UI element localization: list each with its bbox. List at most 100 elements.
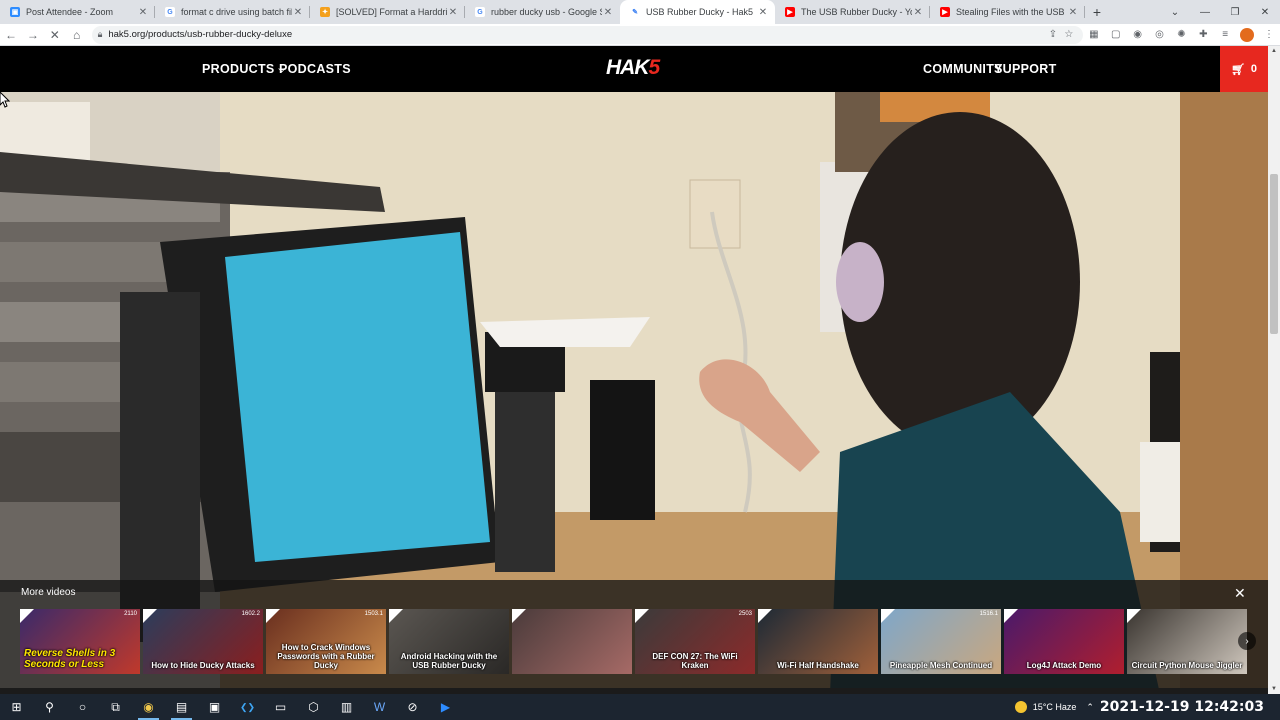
browser-tab-title[interactable]: Post Attendee - Zoom [26,7,137,17]
browser-tab-title[interactable]: USB Rubber Ducky - Hak5 [646,7,757,17]
scroll-up-icon[interactable]: ▲ [1268,48,1280,54]
taskbar-network-icon[interactable]: ⊘ [396,694,429,720]
system-tray: 15°C Haze ⌃ 2021-12-19 12:42:03 [1014,694,1280,720]
video-thumbnail[interactable]: 1516.1 Pineapple Mesh Continued [881,609,1001,674]
video-thumbnail[interactable]: 2503 DEF CON 27: The WiFi Kraken [635,609,755,674]
taskbar-word-icon[interactable]: W [363,694,396,720]
new-tab-button[interactable]: + [1085,0,1109,24]
page-scrollbar[interactable]: ▲ ▼ [1268,46,1280,694]
bookmark-star-icon[interactable]: ☆ [1061,29,1077,40]
stop-loading-button[interactable]: ✕ [44,24,66,46]
browser-tab[interactable]: Grubber ducky usb - Google Sear✕ [465,0,620,24]
browser-tab-title[interactable]: rubber ducky usb - Google Sear [491,7,602,17]
url-text[interactable]: hak5.org/products/usb-rubber-ducky-delux… [108,29,1045,40]
extension-grid-icon[interactable]: ▦ [1083,24,1105,46]
browser-tab[interactable]: ✎ USB Rubber Ducky - Hak5 ✕ [620,0,775,24]
taskbar-chrome-icon[interactable]: ◉ [132,694,165,720]
browser-toolbar: ← → ✕ ⌂ 🔒︎ hak5.org/products/usb-rubber-… [0,24,1280,46]
minimize-icon[interactable]: — [1190,7,1220,18]
video-thumbnail[interactable] [512,609,632,674]
address-bar[interactable]: 🔒︎ hak5.org/products/usb-rubber-ducky-de… [91,25,1083,44]
taskbar-explorer-window-icon[interactable]: ▥ [330,694,363,720]
back-button[interactable]: ← [0,24,22,46]
hak5-corner-badge [881,609,895,623]
taskbar-virtualbox-icon[interactable]: ⬡ [297,694,330,720]
taskbar-file-explorer-icon[interactable]: ▤ [165,694,198,720]
restore-icon[interactable]: ❐ [1220,7,1250,18]
browser-tab[interactable]: ✦ [SOLVED] Format a Harddrive us✕ [310,0,465,24]
scroll-down-icon[interactable]: ▼ [1268,686,1280,692]
browser-tab[interactable]: ▣ Post Attendee - Zoom ✕ [0,0,155,24]
chrome-menu-icon[interactable]: ⋮ [1258,24,1280,46]
windows-taskbar: ⊞ ⚲ ○ ⧉ ◉ ▤ ▣ ❮❯ ▭ ⬡ ▥ W ⊘ ▶ 15°C Haze ⌃ 2021-12-19 1… [0,694,1280,720]
extensions-puzzle-icon[interactable]: ✚ [1192,24,1214,46]
browser-tab[interactable]: Gformat c drive using batch file - ✕ [155,0,310,24]
nav-podcasts[interactable]: PODCASTS [279,46,351,92]
nav-community[interactable]: COMMUNITY [923,46,1003,92]
taskbar-cortana-icon[interactable]: ○ [66,694,99,720]
close-icon[interactable]: ✕ [1234,585,1246,602]
browser-tab-title[interactable]: [SOLVED] Format a Harddrive us [336,7,447,17]
close-tab-icon[interactable]: ✕ [292,7,304,18]
taskbar-task-view-icon[interactable]: ⧉ [99,694,132,720]
extension-globe-icon[interactable]: ◎ [1149,24,1171,46]
video-thumbnail[interactable]: Android Hacking with the USB Rubber Duck… [389,609,509,674]
cart-button[interactable]: 🛒︎ 0 [1220,46,1268,92]
scrollbar-thumb[interactable] [1270,174,1278,334]
extension-gear-icon[interactable]: ✺ [1170,24,1192,46]
browser-tab[interactable]: ▶ Stealing Files with the USB Rub✕ [930,0,1085,24]
video-thumbnail-caption: How to Hide Ducky Attacks [151,661,255,670]
weather-sun-icon[interactable] [1014,701,1027,713]
nav-products-label[interactable]: PRODUCTS [202,62,275,76]
extension-window-icon[interactable]: ▢ [1105,24,1127,46]
close-window-icon[interactable]: ✕ [1250,7,1280,18]
share-icon[interactable]: ⇪ [1045,29,1061,40]
tab-search-icon[interactable]: ⌄ [1160,7,1190,18]
logo-number[interactable]: 5 [649,56,661,79]
close-tab-icon[interactable]: ✕ [447,7,459,18]
close-tab-icon[interactable]: ✕ [757,7,769,18]
close-tab-icon[interactable]: ✕ [1067,7,1079,18]
nav-products[interactable]: PRODUCTS ⌵ [202,46,286,92]
taskbar-terminal-icon[interactable]: ▣ [198,694,231,720]
home-button[interactable]: ⌂ [66,24,88,46]
logo-text[interactable]: HAK [606,56,649,79]
video-thumbnail[interactable]: Wi-Fi Half Handshake [758,609,878,674]
browser-tab-title[interactable]: Stealing Files with the USB Rub [956,7,1067,17]
video-thumbnail[interactable]: 1602.2 How to Hide Ducky Attacks [143,609,263,674]
reading-list-icon[interactable]: ≡ [1214,24,1236,46]
taskbar-vscode-icon[interactable]: ❮❯ [231,694,264,720]
close-tab-icon[interactable]: ✕ [912,7,924,18]
close-tab-icon[interactable]: ✕ [137,7,149,18]
taskbar-remote-desktop-icon[interactable]: ▭ [264,694,297,720]
video-thumbnail[interactable]: 1503.1 How to Crack Windows Passwords wit… [266,609,386,674]
close-tab-icon[interactable]: ✕ [602,7,614,18]
video-thumbnail-caption: Circuit Python Mouse Jiggler [1131,661,1243,670]
taskbar-zoom-icon[interactable]: ▶ [429,694,462,720]
profile-avatar[interactable] [1240,27,1255,42]
clock-text[interactable]: 2021-12-19 12:42:03 [1100,699,1264,715]
video-thumbnail-caption: How to Crack Windows Passwords with a Ru… [277,643,375,670]
hak5-corner-badge [635,609,649,623]
lock-icon[interactable]: 🔒︎ [98,29,103,40]
extension-circle-icon[interactable]: ◉ [1127,24,1149,46]
browser-tab[interactable]: ▶ The USB Rubber Ducky - YouTu✕ [775,0,930,24]
forward-button[interactable]: → [22,24,44,46]
window-controls: ⌄ — ❐ ✕ [1160,0,1280,24]
video-thumbnail[interactable]: Log4J Attack Demo [1004,609,1124,674]
weather-text[interactable]: 15°C Haze [1033,702,1077,712]
chevron-right-icon[interactable]: › [1238,632,1256,650]
more-videos-title: More videos [21,587,76,598]
browser-tab-title[interactable]: format c drive using batch file - [181,7,292,17]
hak5-logo[interactable]: HAK5 [606,56,661,80]
taskbar-search-icon[interactable]: ⚲ [33,694,66,720]
video-thumbnail-caption: DEF CON 27: The WiFi Kraken [652,652,738,670]
video-thumbnail[interactable]: Circuit Python Mouse Jiggler [1127,609,1247,674]
nav-support[interactable]: SUPPORT [994,46,1057,92]
taskbar-windows-icon[interactable]: ⊞ [0,694,33,720]
hak5-corner-badge [512,609,526,623]
video-thumbnail[interactable]: 2110 Reverse Shells in 3 Seconds or Less [20,609,140,674]
browser-tab-title[interactable]: The USB Rubber Ducky - YouTu [801,7,912,17]
cart-icon[interactable]: 🛒︎ [1231,63,1245,76]
tray-chevron-up-icon[interactable]: ⌃ [1086,702,1094,713]
